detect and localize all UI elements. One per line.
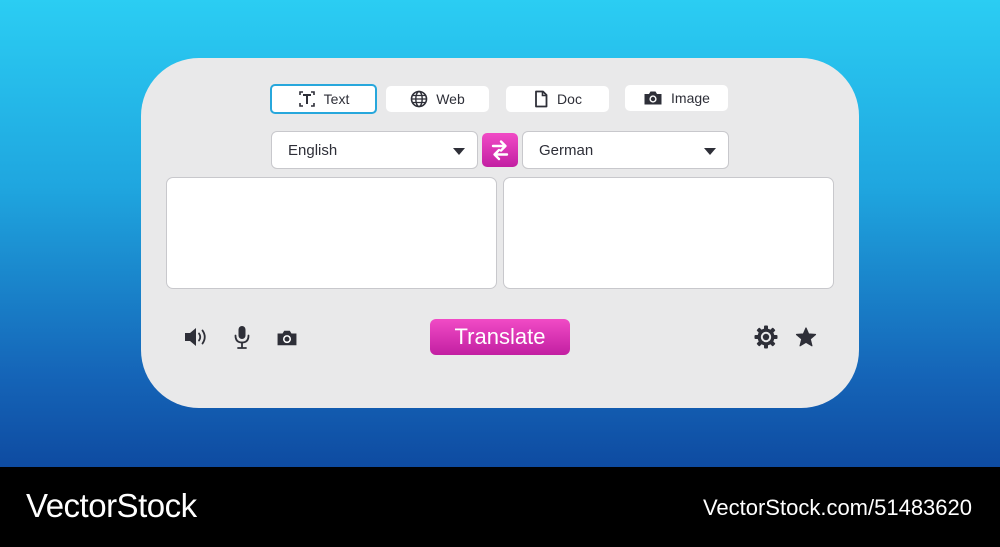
chevron-down-icon [453,148,465,155]
tab-image[interactable]: Image [625,85,728,111]
swap-arrows-icon [491,140,509,161]
tab-image-label: Image [671,90,710,106]
source-language-select[interactable]: English [271,131,478,169]
tab-web[interactable]: Web [386,86,489,112]
source-language-value: English [288,142,338,159]
microphone-icon[interactable] [233,325,251,349]
swap-languages-button[interactable] [482,133,518,167]
tab-doc-label: Doc [557,91,582,107]
watermark-brand: VectorStock [26,487,197,524]
tab-text-label: Text [323,91,350,107]
camera-icon[interactable] [275,328,299,348]
tab-doc[interactable]: Doc [506,86,609,112]
tab-text[interactable]: Text [270,84,377,114]
star-icon[interactable] [795,327,817,347]
camera-icon [644,91,662,105]
globe-icon [410,90,428,108]
chevron-down-icon [704,148,716,155]
source-text-input[interactable] [166,177,497,289]
speaker-icon[interactable] [184,326,210,348]
watermark-reference: VectorStock.com/51483620 [702,495,972,520]
tab-web-label: Web [436,91,465,107]
target-text-output[interactable] [503,177,834,289]
target-language-select[interactable]: German [522,131,729,169]
gear-icon[interactable] [754,325,778,349]
target-language-value: German [539,142,594,159]
translate-button[interactable]: Translate [430,319,570,355]
document-icon [535,90,548,108]
watermark-footer: VectorStock VectorStock.com/51483620 [0,467,1000,547]
text-icon [298,91,315,107]
